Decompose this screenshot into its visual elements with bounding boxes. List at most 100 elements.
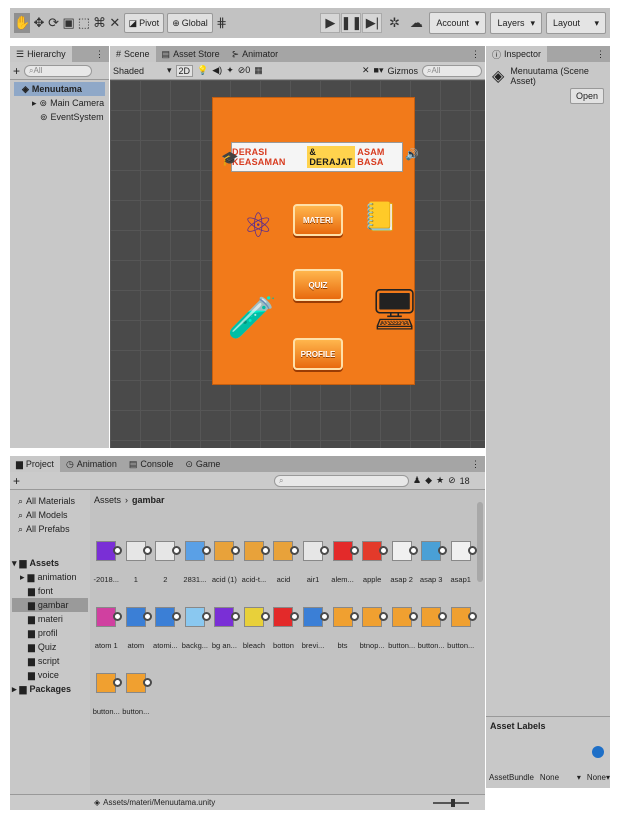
asset-item[interactable]: btnop... (358, 596, 389, 650)
expand-sprite-icon[interactable] (142, 612, 152, 621)
asset-item[interactable]: asap1 (446, 530, 477, 584)
expand-sprite-icon[interactable] (201, 546, 211, 555)
expand-sprite-icon[interactable] (201, 612, 211, 621)
pause-icon[interactable]: ❚❚ (340, 13, 362, 33)
tree-item-eventsystem[interactable]: ⊚ EventSystem (14, 110, 105, 124)
speaker-icon[interactable]: 🔊 (405, 148, 419, 161)
asset-item[interactable]: 2 (151, 530, 182, 584)
asset-item[interactable]: button... (122, 662, 152, 716)
star-icon[interactable]: ★ (436, 475, 444, 486)
asset-item[interactable]: atom 1 (92, 596, 123, 650)
materi-button[interactable]: MATERI (293, 204, 343, 236)
asset-item[interactable]: botton (269, 596, 300, 650)
step-icon[interactable]: ▶| (362, 13, 383, 33)
tree-item-folder[interactable]: ▸ ▆ animation (12, 570, 88, 584)
filter-type-icon[interactable]: ♟ (413, 475, 421, 486)
profile-button[interactable]: PROFILE (293, 338, 343, 370)
lighting-icon[interactable]: 💡 (197, 65, 208, 76)
asset-scrollbar[interactable] (477, 502, 483, 582)
asset-item[interactable]: backg... (181, 596, 211, 650)
expand-sprite-icon[interactable] (467, 612, 477, 621)
add-button[interactable]: + (13, 474, 20, 488)
custom-tool-icon[interactable]: ✕ (109, 13, 121, 33)
cloud-icon[interactable]: ☁ (407, 13, 425, 33)
layout-dropdown[interactable]: Layout ▾ (546, 12, 606, 34)
asset-item[interactable]: acid (1) (210, 530, 241, 584)
asset-item[interactable]: asap 2 (387, 530, 418, 584)
breadcrumb-current[interactable]: gambar (132, 495, 165, 505)
asset-item[interactable]: button... (417, 596, 448, 650)
tree-item-assets[interactable]: ▾ ▆ Assets (12, 556, 88, 570)
shading-dropdown[interactable]: Shaded (113, 66, 163, 76)
tab-project[interactable]: ▆ Project (10, 456, 60, 472)
panel-menu-icon[interactable]: ⋮ (466, 46, 485, 62)
scene-search-input[interactable]: ⌕ All (422, 64, 482, 77)
asset-item[interactable]: atomi... (151, 596, 182, 650)
pivot-toggle[interactable]: ◪ Pivot (123, 13, 165, 33)
tools-icon[interactable]: ✕ (362, 65, 370, 76)
favorite-item[interactable]: ⌕ All Models (18, 508, 88, 522)
gizmos-dropdown[interactable]: Gizmos (387, 66, 418, 76)
grid-toggle-icon[interactable]: ▦ (254, 65, 263, 76)
expand-sprite-icon[interactable] (408, 612, 418, 621)
panel-menu-icon[interactable]: ⋮ (466, 456, 485, 472)
play-icon[interactable]: ▶ (320, 13, 341, 33)
variant-dropdown[interactable]: None ▾ (587, 773, 610, 782)
tree-item-folder[interactable]: ▆ voice (12, 668, 88, 682)
favorite-item[interactable]: ⌕ All Prefabs (18, 522, 88, 536)
slider-handle[interactable] (451, 798, 455, 807)
tab-scene[interactable]: # Scene (110, 46, 156, 62)
move-tool-icon[interactable]: ✥ (33, 13, 45, 33)
transform-tool-icon[interactable]: ⌘ (93, 13, 106, 33)
asset-item[interactable]: atom (122, 596, 152, 650)
asset-item[interactable]: brevi... (299, 596, 330, 650)
rect-tool-icon[interactable]: ⬚ (78, 13, 90, 33)
asset-item[interactable]: bleach (240, 596, 270, 650)
expand-sprite-icon[interactable] (349, 546, 359, 555)
tree-item-main-camera[interactable]: ▸ ⊚ Main Camera (14, 96, 105, 110)
scene-root-item[interactable]: ◈ Menuutama (14, 82, 105, 96)
effects-icon[interactable]: ✦ (226, 65, 234, 76)
favorite-item[interactable]: ⌕ All Materials (18, 494, 88, 508)
assetbundle-dropdown[interactable]: None ▾ (540, 773, 581, 782)
expand-sprite-icon[interactable] (260, 546, 270, 555)
asset-item[interactable]: air1 (299, 530, 330, 584)
hidden-packages-icon[interactable]: ⊘ (448, 475, 456, 486)
scene-viewport[interactable]: DERASI KEASAMAN & DERAJAT ASAM BASA 🎓 🔊 … (110, 80, 485, 448)
asset-item[interactable]: bg an... (210, 596, 241, 650)
tab-game[interactable]: ⊙ Game (179, 456, 226, 472)
asset-item[interactable]: button... (92, 662, 123, 716)
expand-sprite-icon[interactable] (260, 612, 270, 621)
hand-tool-icon[interactable]: ✋ (14, 13, 31, 33)
tab-asset-store[interactable]: ▤ Asset Store (156, 46, 226, 62)
tree-item-folder[interactable]: ▆ profil (12, 626, 88, 640)
tree-item-packages[interactable]: ▸ ▆ Packages (12, 682, 88, 696)
tab-animation[interactable]: ◷ Animation (60, 456, 123, 472)
asset-item[interactable]: button... (387, 596, 418, 650)
asset-item[interactable]: apple (358, 530, 389, 584)
panel-menu-icon[interactable]: ⋮ (90, 46, 109, 62)
tree-item-folder[interactable]: ▆ materi (12, 612, 88, 626)
asset-item[interactable]: 1 (122, 530, 152, 584)
project-search-input[interactable]: ⌕ (274, 474, 410, 487)
tree-item-folder[interactable]: ▆ font (12, 584, 88, 598)
asset-item[interactable]: alem... (328, 530, 359, 584)
asset-item[interactable]: button... (446, 596, 477, 650)
tab-animator[interactable]: ⊱ Animator (226, 46, 285, 62)
hierarchy-search-input[interactable]: ⌕ All (24, 64, 93, 77)
filter-label-icon[interactable]: ◆ (425, 475, 432, 486)
asset-item[interactable]: -2018... (92, 530, 123, 584)
asset-item[interactable]: 2831... (181, 530, 211, 584)
expand-sprite-icon[interactable] (320, 546, 330, 555)
add-button[interactable]: + (13, 64, 20, 78)
asset-item[interactable]: acid (269, 530, 300, 584)
game-canvas[interactable]: DERASI KEASAMAN & DERAJAT ASAM BASA 🎓 🔊 … (212, 97, 420, 385)
snap-icon[interactable]: ⋕ (216, 13, 228, 33)
expand-sprite-icon[interactable] (467, 546, 477, 555)
expand-sprite-icon[interactable] (320, 612, 330, 621)
2d-toggle[interactable]: 2D (175, 64, 194, 77)
layers-dropdown[interactable]: Layers ▾ (490, 12, 542, 34)
label-tag-icon[interactable] (592, 746, 604, 758)
thumbnail-size-slider[interactable] (433, 798, 469, 807)
expand-sprite-icon[interactable] (142, 678, 152, 687)
